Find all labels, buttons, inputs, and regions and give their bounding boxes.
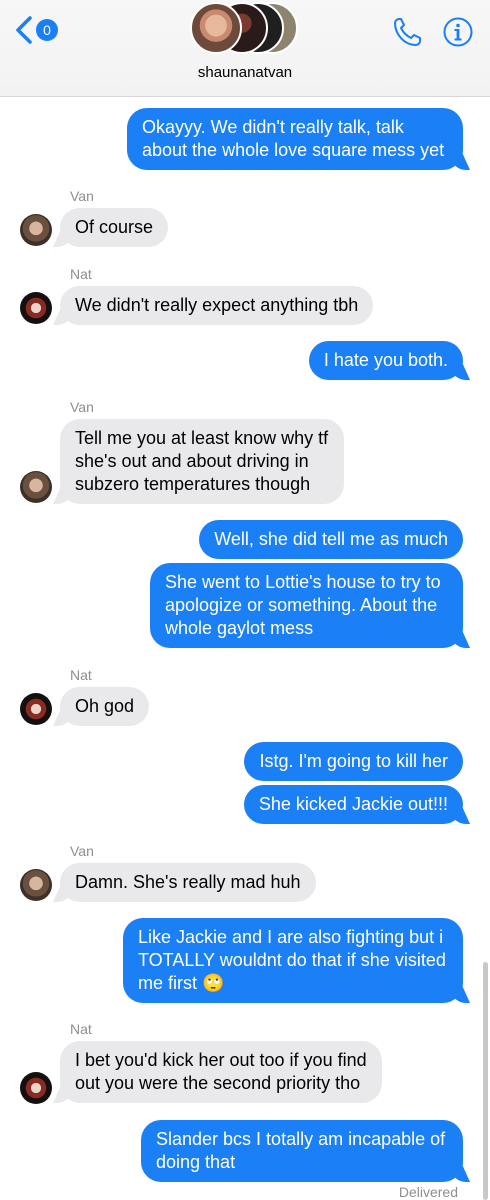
avatar[interactable]: [20, 693, 52, 725]
back-button[interactable]: 0: [14, 12, 58, 48]
sender-label: Van: [70, 188, 94, 204]
avatar[interactable]: [20, 292, 52, 324]
message-bubble-incoming[interactable]: Of course: [60, 208, 169, 247]
message-bubble-incoming[interactable]: Oh god: [60, 687, 150, 726]
sender-label: Van: [70, 399, 94, 415]
call-button[interactable]: [392, 16, 422, 53]
avatar[interactable]: [20, 1072, 52, 1104]
message-bubble-outgoing[interactable]: Slander bcs I totally am incapable of do…: [141, 1120, 463, 1182]
unread-count-badge: 0: [36, 19, 58, 41]
avatar[interactable]: [20, 869, 52, 901]
avatar[interactable]: [20, 214, 52, 246]
message-bubble-incoming[interactable]: Damn. She's really mad huh: [60, 863, 316, 902]
delivered-status: Delivered: [398, 1184, 458, 1200]
back-chevron-icon: [16, 16, 32, 44]
message-bubble-outgoing[interactable]: I hate you both.: [308, 341, 463, 380]
sender-label: Van: [70, 843, 94, 859]
sender-label: Nat: [70, 667, 92, 683]
message-bubble-outgoing[interactable]: Like Jackie and I are also fighting but …: [123, 918, 463, 1003]
message-bubble-incoming[interactable]: We didn't really expect anything tbh: [60, 286, 374, 325]
sender-label: Nat: [70, 266, 92, 282]
group-avatars[interactable]: [190, 2, 302, 58]
avatar: [190, 2, 242, 54]
scrollbar[interactable]: [483, 962, 488, 1200]
message-bubble-incoming[interactable]: I bet you'd kick her out too if you find…: [60, 1041, 382, 1103]
sender-label: Nat: [70, 1021, 92, 1037]
message-bubble-outgoing[interactable]: She went to Lottie's house to try to apo…: [150, 563, 463, 648]
message-bubble-outgoing[interactable]: Okayyy. We didn't really talk, talk abou…: [127, 108, 463, 170]
info-icon: [443, 17, 473, 47]
message-bubble-outgoing[interactable]: She kicked Jackie out!!!: [243, 785, 463, 824]
message-bubble-outgoing[interactable]: Istg. I'm going to kill her: [244, 742, 463, 781]
details-button[interactable]: [442, 16, 474, 53]
conversation-header: 0 shaunanatvan: [0, 0, 490, 97]
avatar[interactable]: [20, 471, 52, 503]
message-bubble-outgoing[interactable]: Well, she did tell me as much: [199, 520, 463, 559]
message-bubble-incoming[interactable]: Tell me you at least know why tf she's o…: [60, 419, 344, 504]
phone-icon: [394, 18, 421, 46]
contact-name[interactable]: shaunanatvan: [0, 64, 490, 81]
